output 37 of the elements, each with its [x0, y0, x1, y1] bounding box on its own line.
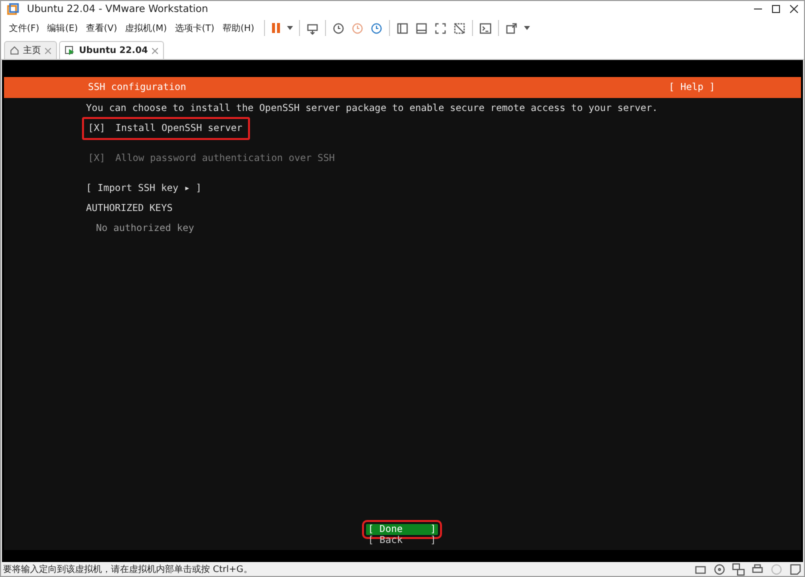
- menu-item[interactable]: 帮助(H): [218, 22, 258, 34]
- panel-icon[interactable]: [415, 22, 428, 34]
- stretch-icon[interactable]: [505, 22, 518, 34]
- close-icon[interactable]: [790, 5, 798, 13]
- tab[interactable]: Ubuntu 22.04: [59, 41, 164, 59]
- terminal-icon[interactable]: [479, 22, 492, 34]
- app-logo-icon: [7, 3, 19, 15]
- section-heading: AUTHORIZED KEYS: [86, 202, 173, 214]
- status-text: 要将输入定向到该虚拟机，请在虚拟机内部单击或按 Ctrl+G。: [3, 564, 252, 576]
- installer-button[interactable]: [ Done ]: [366, 524, 438, 535]
- printer-icon[interactable]: [751, 562, 764, 576]
- home-icon: [10, 46, 19, 55]
- sidebar-icon[interactable]: [396, 22, 410, 34]
- description-text: You can choose to install the OpenSSH server package to enable secure remote access to your server.: [86, 102, 658, 114]
- pause-icon[interactable]: [271, 22, 282, 34]
- menu-item[interactable]: 查看(V): [82, 22, 122, 34]
- menu-item[interactable]: 虚拟机(M): [121, 22, 171, 34]
- tab[interactable]: 主页: [4, 41, 57, 59]
- menu-item[interactable]: 编辑(E): [43, 22, 82, 34]
- ssh-checkbox-option[interactable]: [X] Install OpenSSH server: [82, 116, 250, 140]
- window-title: Ubuntu 22.04 - VMware Workstation: [27, 4, 208, 14]
- help-button[interactable]: [ Help ]: [668, 82, 715, 93]
- fullscreen-icon[interactable]: [434, 22, 448, 34]
- network-icon[interactable]: [732, 562, 745, 576]
- clock-icon[interactable]: [332, 22, 346, 34]
- screen-title: SSH configuration: [88, 82, 186, 93]
- message-icon[interactable]: [789, 562, 802, 576]
- cd-icon[interactable]: [713, 562, 726, 576]
- caret-icon[interactable]: [524, 26, 530, 30]
- vm-icon: [65, 46, 75, 56]
- menu-item[interactable]: 选项卡(T): [170, 22, 218, 34]
- import-ssh-key-button[interactable]: [ Import SSH key ▸ ]: [86, 182, 202, 194]
- empty-keys-text: No authorized key: [95, 222, 194, 234]
- clock-icon[interactable]: [370, 22, 384, 34]
- menu-item[interactable]: 文件(F): [5, 22, 44, 34]
- caret-icon[interactable]: [287, 26, 294, 30]
- maximize-icon[interactable]: [772, 5, 780, 13]
